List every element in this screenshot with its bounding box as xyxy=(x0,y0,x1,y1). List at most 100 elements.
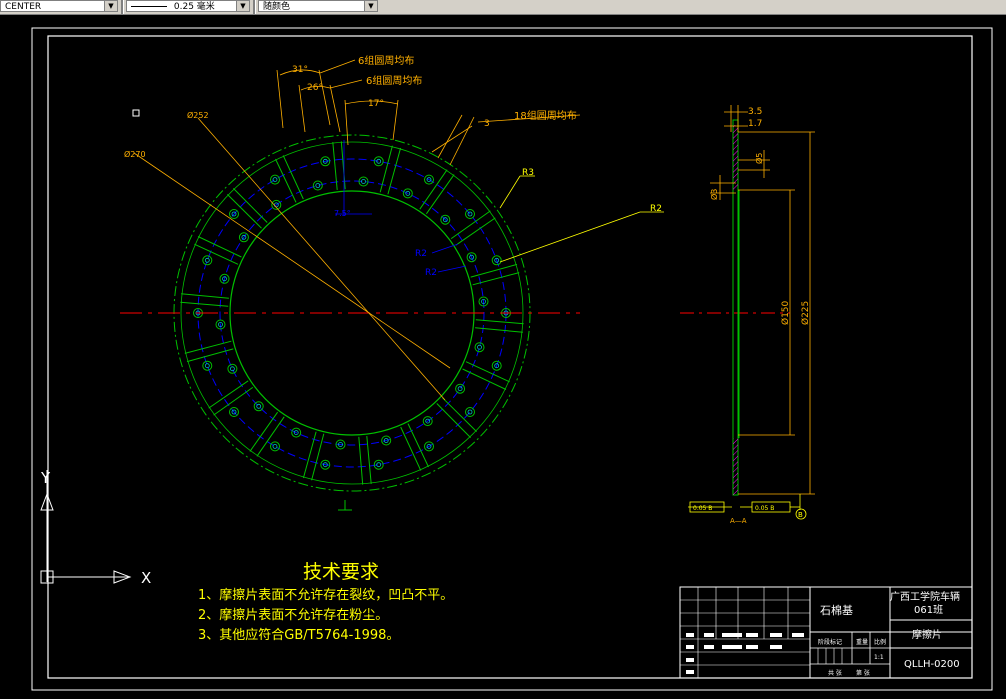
dia-252-leader xyxy=(197,117,446,401)
stage-mark-label: 阶段标记 xyxy=(818,638,842,646)
rivet-hole xyxy=(270,441,280,452)
pattern-18-label: 18组圆周均布 xyxy=(514,109,577,122)
r2-leader-blue xyxy=(431,243,459,254)
rivet-hole-inner xyxy=(204,257,210,263)
grid-cell-text xyxy=(792,633,804,637)
segment-groove xyxy=(358,436,364,485)
scale-label: 比例 xyxy=(874,638,886,646)
ext-line xyxy=(449,116,475,166)
ext-line xyxy=(298,84,306,133)
dim-5-label: Ø5 xyxy=(754,153,764,164)
rivet-hole xyxy=(312,180,323,191)
toolbar-separator xyxy=(253,0,256,14)
ucs-icon: X Y xyxy=(40,469,151,587)
outer-frame xyxy=(31,27,993,691)
segment-groove xyxy=(400,426,422,471)
angle-31-label: 31° xyxy=(292,65,308,75)
ucs-y-label: Y xyxy=(40,469,51,487)
lineweight-sample xyxy=(131,6,167,7)
rivet-hole xyxy=(253,401,264,412)
segment-groove xyxy=(275,158,297,203)
r3-label: R3 xyxy=(522,168,534,178)
segment-groove xyxy=(180,301,229,307)
grid-cell-text xyxy=(686,633,694,637)
grid-cell-text xyxy=(686,670,694,674)
grid-cell-text xyxy=(746,633,758,637)
r2-leader xyxy=(499,211,641,263)
grid-cell-text xyxy=(686,658,694,662)
angle-3-label: 3 xyxy=(484,119,490,129)
rivet-hole-inner xyxy=(477,344,482,350)
rivet-hole-inner xyxy=(467,409,473,415)
class-label: 061班 xyxy=(914,604,943,616)
toolbar-separator xyxy=(121,0,124,14)
ext-line xyxy=(437,114,463,159)
angle-17-label: 17° xyxy=(368,99,384,109)
scale-value: 1:1 xyxy=(874,654,884,661)
segment-groove xyxy=(197,236,242,258)
segment-groove xyxy=(194,243,239,265)
dim-225-label: Ø225 xyxy=(800,301,811,325)
rivet-hole xyxy=(465,407,475,417)
grid-cell-text xyxy=(722,645,742,649)
ext-line xyxy=(276,69,284,129)
tol-value-left: 0.05 B xyxy=(693,505,712,512)
weight-label: 重量 xyxy=(856,638,868,646)
small-angle-label: 7.5° xyxy=(334,209,351,218)
rivet-hole-inner xyxy=(272,177,278,183)
segment-groove xyxy=(282,155,304,200)
properties-toolbar: CENTER ▼ 0.25 毫米 ▼ 随颜色 ▼ xyxy=(0,0,1006,15)
chevron-down-icon[interactable]: ▼ xyxy=(364,1,377,11)
rivet-hole-inner xyxy=(457,386,463,392)
tech-requirement-item: 1、摩擦片表面不允许存在裂纹，凹凸不平。 xyxy=(198,587,453,603)
title-block: 石棉基 广西工学院车辆 061班 摩擦片 QLLH-0200 阶段标记 重量 比… xyxy=(679,586,973,679)
rivet-hole xyxy=(474,342,485,353)
section-hatch-bottom xyxy=(733,438,738,495)
angle-26-label: 26° xyxy=(307,83,323,93)
tech-requirements: 技术要求 1、摩擦片表面不允许存在裂纹，凹凸不平。 2、摩擦片表面不允许存在粉尘… xyxy=(198,561,453,643)
linetype-dropdown[interactable]: CENTER ▼ xyxy=(0,0,118,12)
section-label: A—A xyxy=(730,517,747,525)
datum-label: B xyxy=(798,511,803,519)
school-label: 广西工学院车辆 xyxy=(890,590,960,603)
ext-line xyxy=(344,99,349,146)
tol-value-right: 0.05 B xyxy=(755,505,774,512)
pattern-leader xyxy=(329,79,363,89)
sheet-no-label: 第 张 xyxy=(856,669,870,677)
grid-cell-text xyxy=(686,645,694,649)
segment-groove xyxy=(340,141,346,190)
grid-cell-text xyxy=(770,633,782,637)
lineweight-dropdown[interactable]: 0.25 毫米 ▼ xyxy=(126,0,250,12)
dim-17-label: 1.7 xyxy=(748,119,762,129)
tech-requirement-item: 3、其他应符合GB/T5764-1998。 xyxy=(198,627,399,643)
rivet-hole xyxy=(270,174,280,185)
pattern-leader xyxy=(431,125,473,153)
drawing-number: QLLH-0200 xyxy=(904,659,960,670)
chevron-down-icon[interactable]: ▼ xyxy=(236,1,249,11)
ext-line xyxy=(329,84,341,133)
segment-groove xyxy=(465,361,510,383)
color-dropdown[interactable]: 随颜色 ▼ xyxy=(258,0,378,12)
drawing-canvas[interactable]: 6组圆周均布 6组圆周均布 18组圆周均布 31° 26° 17° 3 7.5°… xyxy=(0,15,1006,699)
grid-cell-text xyxy=(770,645,782,649)
pickbox-marker xyxy=(132,109,140,117)
rivet-hole-inner xyxy=(229,366,235,372)
dia-252-label: Ø252 xyxy=(187,110,209,120)
segment-groove xyxy=(462,368,507,390)
color-value: 随颜色 xyxy=(263,2,291,12)
ucs-x-label: X xyxy=(141,569,151,587)
grid-cell-text xyxy=(704,645,714,649)
chevron-down-icon[interactable]: ▼ xyxy=(104,1,117,11)
ext-line xyxy=(392,99,399,141)
grid-cell-text xyxy=(746,645,758,649)
rivet-hole-inner xyxy=(256,403,262,409)
dim-35-label: 3.5 xyxy=(748,107,762,117)
lineweight-value: 0.25 毫米 xyxy=(173,2,215,12)
side-view: 3.5 1.7 Ø5 Ø3 Ø150 Ø225 A—A 0.05 B 0.05 … xyxy=(680,105,815,525)
rivet-hole xyxy=(455,383,466,394)
r2-label-blue-b: R2 xyxy=(425,268,437,278)
r2-leader-blue xyxy=(437,265,467,273)
material-label: 石棉基 xyxy=(820,603,853,617)
front-view: 6组圆周均布 6组圆周均布 18组圆周均布 31° 26° 17° 3 7.5°… xyxy=(120,54,664,511)
rivet-hole-inner xyxy=(204,363,210,369)
